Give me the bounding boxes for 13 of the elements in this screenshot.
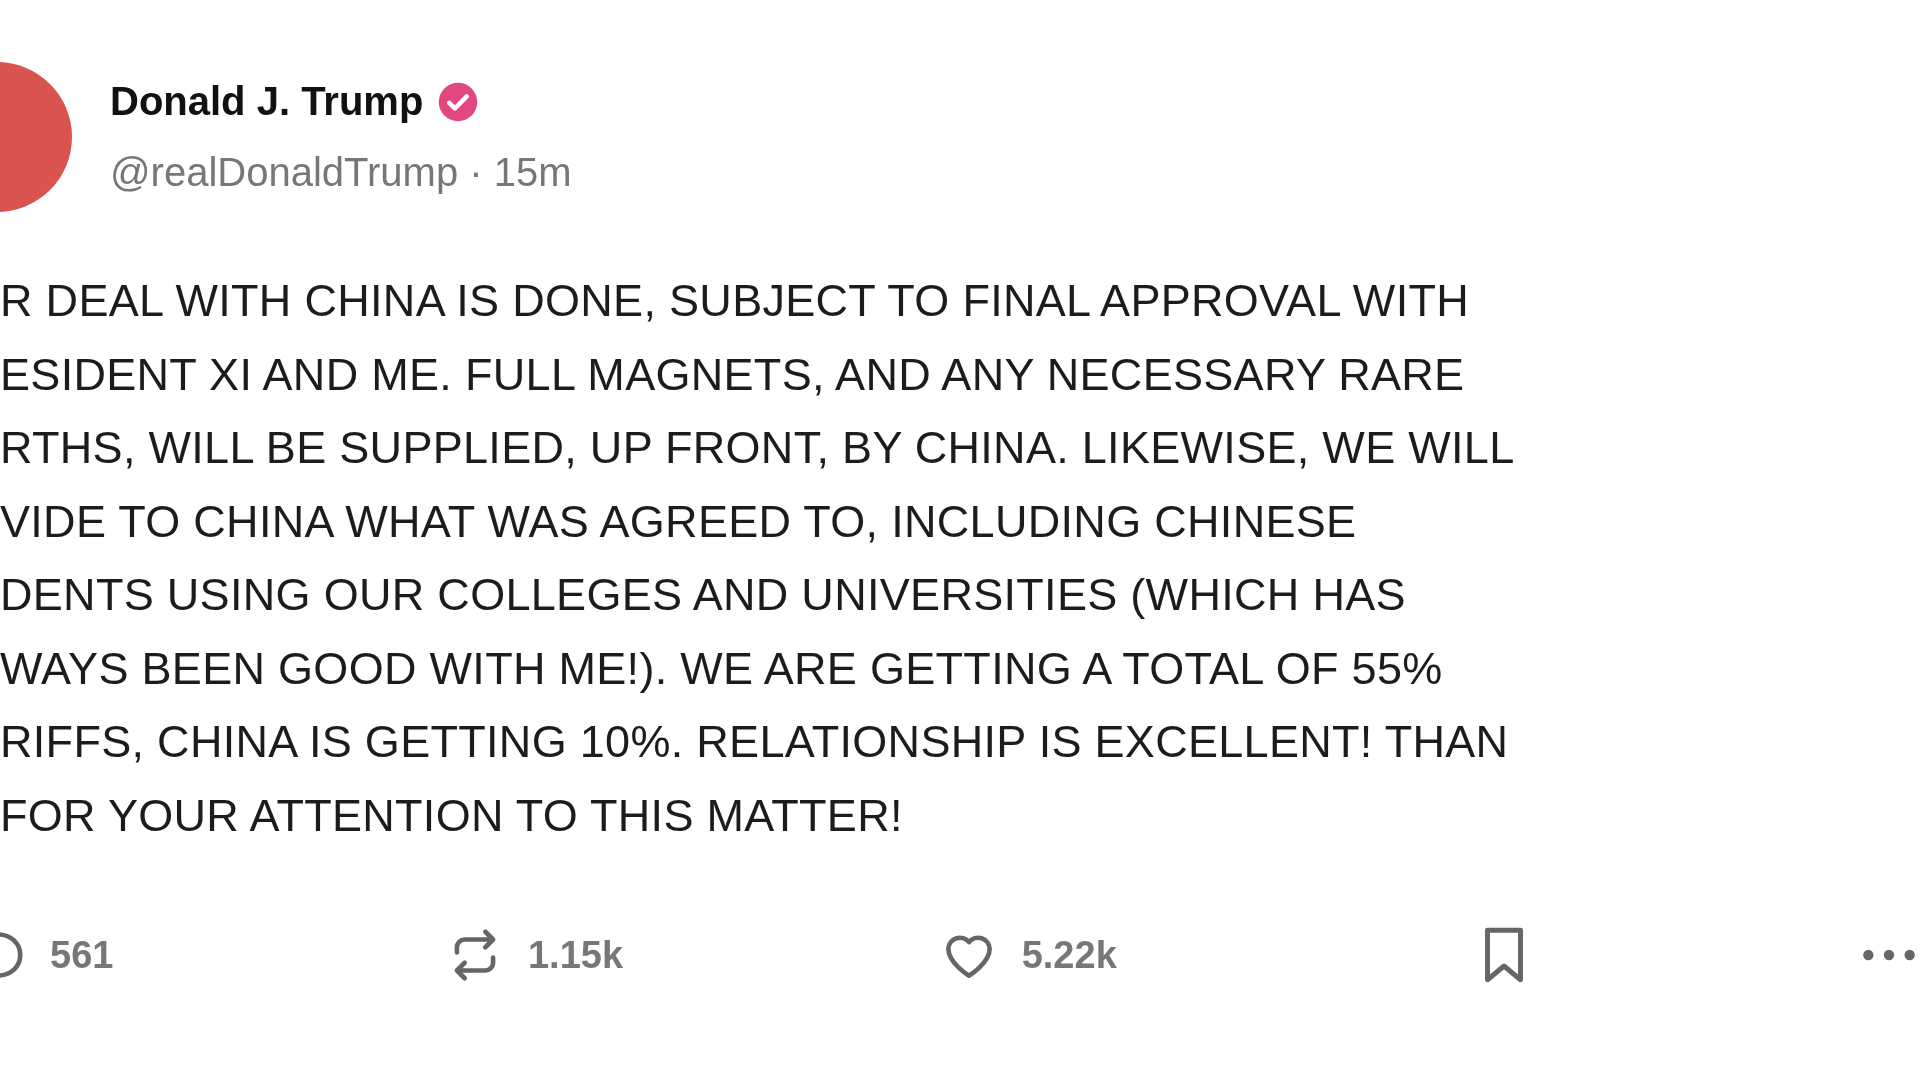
post-text-line: VIDE TO CHINA WHAT WAS AGREED TO, INCLUDING CHINESE (0, 494, 1358, 549)
action-count: 5.22k (1021, 933, 1117, 977)
post-text-line: ESIDENT XI AND ME. FULL MAGNETS, AND ANY NECESSARY RARE (0, 347, 1466, 402)
handle-and-time: @realDonaldTrump · 15m (110, 150, 572, 195)
post-text-line: RIFFS, CHINA IS GETTING 10%. RELATIONSHIP IS EXCELLENT! THAN (0, 715, 1510, 769)
post-text-line: DENTS USING OUR COLLEGES AND UNIVERSITIES (WHICH HAS (0, 568, 1407, 622)
post-text-line: R DEAL WITH CHINA IS DONE, SUBJECT TO FINAL APPROVAL WITH (0, 274, 1471, 328)
post-text-line: FOR YOUR ATTENTION TO THIS MATTER! (0, 788, 904, 843)
action-count: 561 (50, 933, 114, 977)
post-text-line: RTHS, WILL BE SUPPLIED, UP FRONT, BY CHINA. LIKEWISE, WE WILL (0, 421, 1516, 475)
action-count: 1.15k (527, 933, 624, 977)
post-text-line: WAYS BEEN GOOD WITH ME!). WE ARE GETTING A TOTAL OF 55% (0, 641, 1444, 696)
author-name[interactable]: Donald J. Trump (110, 79, 424, 124)
